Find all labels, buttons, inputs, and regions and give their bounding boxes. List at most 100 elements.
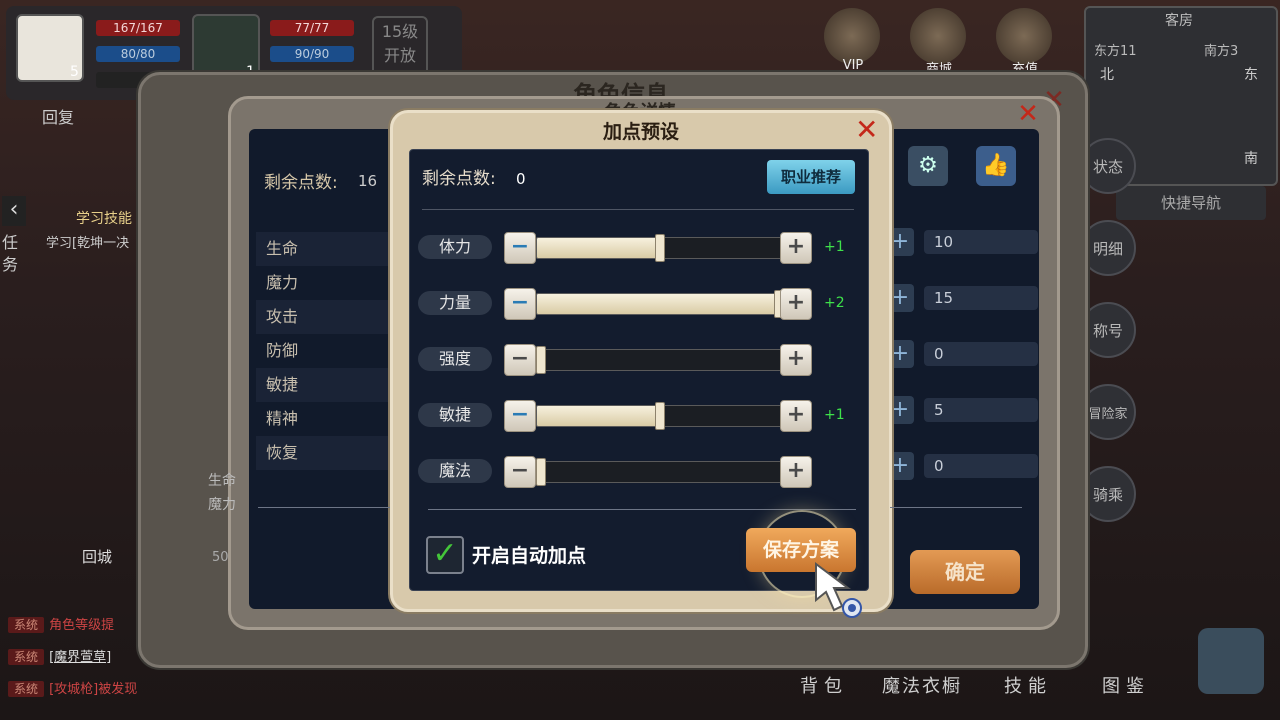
dialog-remaining-value: 0 <box>516 170 526 188</box>
attribute-slider[interactable] <box>536 461 784 483</box>
pointer-cursor-icon <box>812 560 862 620</box>
stat-row: 生命 <box>256 232 406 266</box>
decrease-button[interactable]: − <box>504 344 536 376</box>
detail-like-icon[interactable]: 👍 <box>976 146 1016 186</box>
quest-collapse-icon[interactable]: ‹ <box>2 196 26 226</box>
detail-value-box: 10 <box>924 230 1038 254</box>
detail-bottom-divider-right <box>890 507 1022 508</box>
player-level: 5 <box>70 64 79 80</box>
side-button-title[interactable]: 称号 <box>1080 302 1136 358</box>
left-stat-label: 生命 <box>208 473 236 489</box>
detail-stat-list: 生命 魔力 攻击 防御 敏捷 精神 恢复 <box>256 232 406 470</box>
attribute-slider[interactable] <box>536 349 784 371</box>
attribute-delta: +1 <box>824 239 845 255</box>
slider-thumb[interactable] <box>536 346 546 374</box>
minimap-east: 东 <box>1244 67 1258 83</box>
attribute-delta: +2 <box>824 295 845 311</box>
left-stat-value: 50 <box>212 550 229 565</box>
auto-add-label: 开启自动加点 <box>472 545 587 567</box>
recharge-icon[interactable] <box>996 8 1052 64</box>
chat-tag: 系统 <box>8 681 45 697</box>
side-button-adventurer[interactable]: 冒险家 <box>1080 384 1136 440</box>
decrease-button[interactable]: − <box>504 456 536 488</box>
dialog-title: 加点预设 <box>602 121 679 143</box>
minimap-south: 南 <box>1244 151 1258 167</box>
dialog-divider <box>422 209 854 210</box>
side-button-status[interactable]: 状态 <box>1080 138 1136 194</box>
slider-fill <box>537 406 660 426</box>
attribute-name: 强度 <box>418 347 492 371</box>
vip-label: VIP <box>842 58 864 73</box>
stat-row: 防御 <box>266 341 299 360</box>
minimap-title: 客房 <box>1165 13 1193 29</box>
increase-button[interactable]: + <box>780 400 812 432</box>
bottom-tab-skills[interactable]: 技能 <box>1004 672 1052 698</box>
decrease-button[interactable]: − <box>504 288 536 320</box>
chat-line: 系统 [攻城枪]被发现 <box>8 678 137 697</box>
unlock-badge[interactable]: 15级 开放 <box>372 16 428 78</box>
chat-line: 系统 角色等级提 <box>8 614 114 633</box>
detail-settings-icon[interactable]: ⚙ <box>908 146 948 186</box>
auto-add-checkbox[interactable]: ✓ <box>426 536 464 574</box>
recover-button[interactable]: 回复 <box>42 104 74 128</box>
confirm-button[interactable]: 确定 <box>910 550 1020 594</box>
detail-remaining-label: 剩余点数: <box>264 173 338 193</box>
return-city-button[interactable]: 回城 <box>82 546 112 567</box>
attribute-name: 魔法 <box>418 459 492 483</box>
dialog-bottom-divider <box>428 509 856 510</box>
chat-text: [攻城枪]被发现 <box>49 682 138 697</box>
side-button-ride[interactable]: 骑乘 <box>1080 466 1136 522</box>
increase-button[interactable]: + <box>780 288 812 320</box>
minimap-coord-left: 东方11 <box>1094 44 1137 59</box>
detail-value-box: 5 <box>924 398 1038 422</box>
attribute-delta: +1 <box>824 407 845 423</box>
bottom-tab-bag[interactable]: 背包 <box>800 672 848 698</box>
quest-desc: 学习[乾坤一决 <box>46 236 130 251</box>
minimap-north: 北 <box>1100 67 1114 83</box>
stat-row: 恢复 <box>256 436 406 470</box>
chat-line: 系统 [魔界萱草] <box>8 646 111 665</box>
menu-toggle-icon[interactable] <box>1198 628 1264 694</box>
vip-icon[interactable] <box>824 8 880 64</box>
chat-tag: 系统 <box>8 649 45 665</box>
quest-tab[interactable]: 任务 <box>2 232 24 276</box>
dialog-remaining-label: 剩余点数: <box>422 169 496 189</box>
shop-icon[interactable] <box>910 8 966 64</box>
slider-fill <box>537 294 783 314</box>
detail-value-box: 0 <box>924 342 1038 366</box>
attribute-name: 力量 <box>418 291 492 315</box>
detail-value-box: 0 <box>924 454 1038 478</box>
quest-title[interactable]: 学习技能 <box>76 208 132 228</box>
chat-text: 角色等级提 <box>49 618 115 633</box>
player-mp-bar: 80/80 <box>96 46 180 62</box>
slider-thumb[interactable] <box>655 234 665 262</box>
dialog-close-icon[interactable]: ✕ <box>855 116 881 144</box>
slider-thumb[interactable] <box>655 402 665 430</box>
detail-bottom-divider <box>258 507 390 508</box>
character-detail-close-icon[interactable]: ✕ <box>1014 100 1042 128</box>
player-hp-bar: 167/167 <box>96 20 180 36</box>
slider-thumb[interactable] <box>536 458 546 486</box>
side-button-details[interactable]: 明细 <box>1080 220 1136 276</box>
increase-button[interactable]: + <box>780 232 812 264</box>
increase-button[interactable]: + <box>780 344 812 376</box>
stat-row: 敏捷 <box>256 368 406 402</box>
stat-row: 攻击 <box>256 300 406 334</box>
job-recommend-button[interactable]: 职业推荐 <box>767 160 855 194</box>
pet-mp-bar: 90/90 <box>270 46 354 62</box>
attribute-name: 敏捷 <box>418 403 492 427</box>
decrease-button[interactable]: − <box>504 400 536 432</box>
stat-row: 魔力 <box>266 273 299 292</box>
bottom-tab-wardrobe[interactable]: 魔法衣橱 <box>882 672 962 698</box>
chat-text: [魔界萱草] <box>49 650 112 665</box>
attribute-slider[interactable] <box>536 293 784 315</box>
slider-fill <box>537 238 660 258</box>
stat-row: 精神 <box>266 409 299 428</box>
left-stat-label: 魔力 <box>208 497 236 513</box>
quick-nav-button[interactable]: 快捷导航 <box>1116 186 1266 220</box>
increase-button[interactable]: + <box>780 456 812 488</box>
minimap-coord-right: 南方3 <box>1204 44 1239 59</box>
check-mark-icon: ✓ <box>432 536 458 571</box>
decrease-button[interactable]: − <box>504 232 536 264</box>
bottom-tab-codex[interactable]: 图鉴 <box>1102 672 1150 698</box>
